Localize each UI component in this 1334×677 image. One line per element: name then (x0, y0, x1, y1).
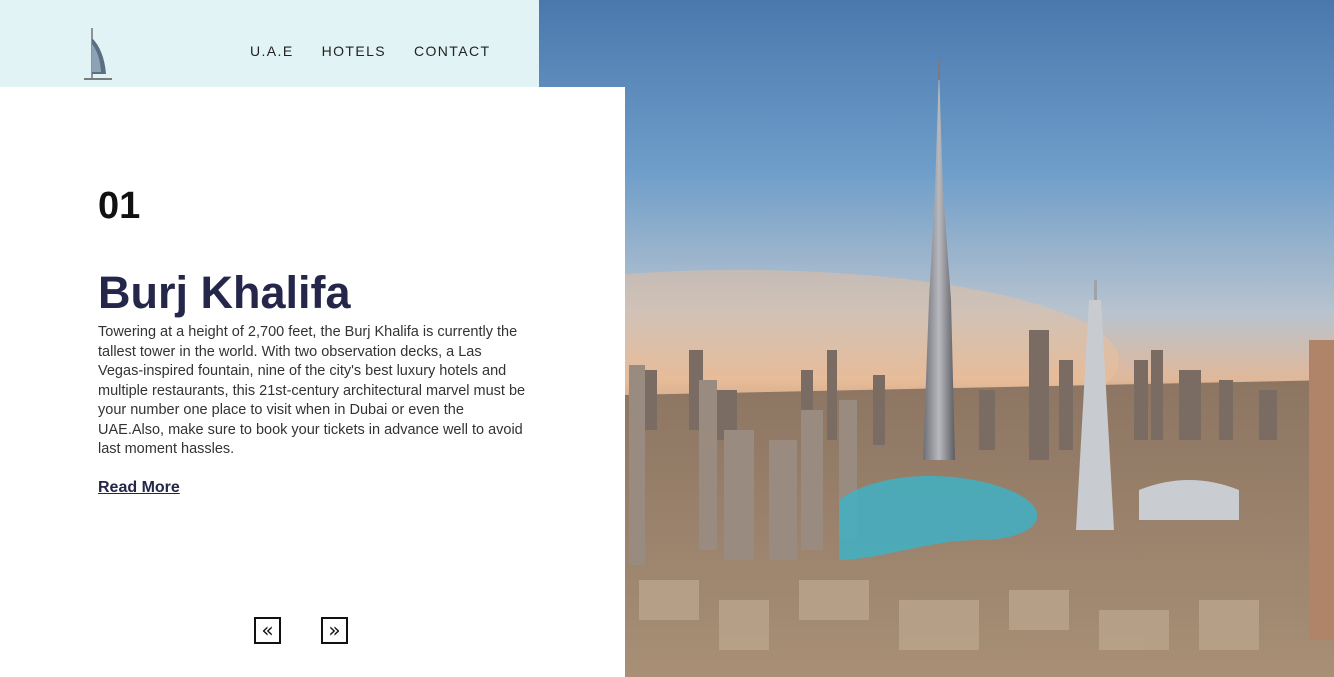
description-text: Towering at a height of 2,700 feet, the … (98, 324, 526, 457)
page-title: Burj Khalifa (98, 267, 351, 318)
hero-skyline-image (539, 0, 1334, 677)
double-chevron-right-icon: » (328, 617, 341, 642)
double-chevron-left-icon: « (261, 617, 274, 642)
slide-number: 01 (98, 185, 141, 227)
nav-link-hotels[interactable]: HOTELS (322, 43, 386, 59)
content-card: 01 Burj Khalifa Towering at a height of … (0, 87, 625, 677)
nav-links: U.A.E HOTELS CONTACT (250, 43, 490, 59)
top-nav: U.A.E HOTELS CONTACT (0, 0, 539, 87)
nav-link-uae[interactable]: U.A.E (250, 43, 294, 59)
next-slide-button[interactable]: » (321, 617, 348, 644)
skyline-illustration (539, 60, 1334, 677)
nav-link-contact[interactable]: CONTACT (414, 43, 490, 59)
burj-al-arab-icon[interactable] (80, 24, 116, 82)
read-more-link[interactable]: Read More (98, 479, 180, 497)
prev-slide-button[interactable]: « (254, 617, 281, 644)
